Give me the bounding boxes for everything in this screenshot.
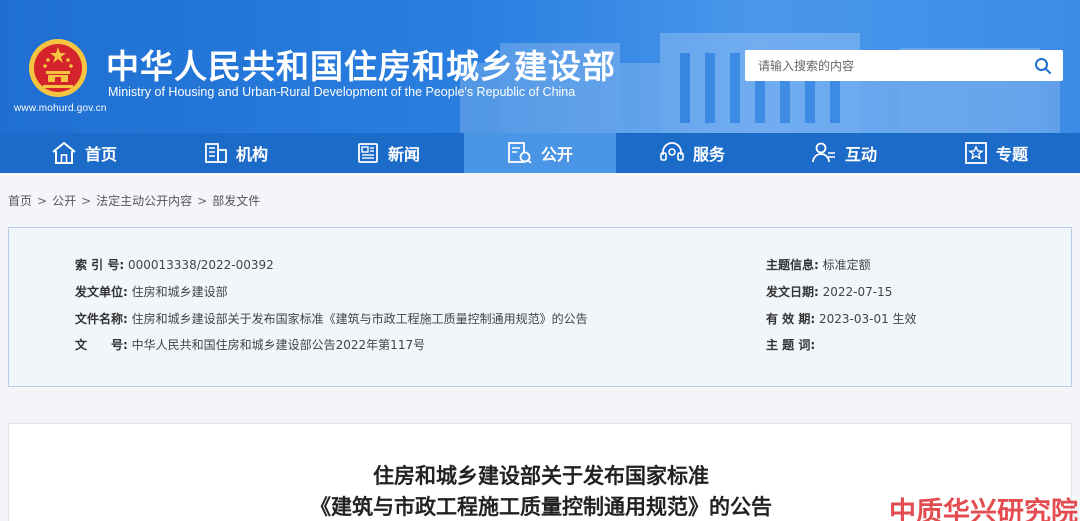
breadcrumb: 首页 > 公开 > 法定主动公开内容 > 部发文件 bbox=[8, 192, 260, 209]
nav-item-interaction[interactable]: 互动 bbox=[768, 133, 920, 173]
document-icon bbox=[508, 142, 532, 164]
issue-date-row: 发文日期: 2022-07-15 bbox=[766, 283, 892, 300]
site-subtitle: Ministry of Housing and Urban-Rural Deve… bbox=[108, 85, 576, 99]
issue-date-label: 发文日期: bbox=[766, 285, 819, 299]
nav-item-special[interactable]: 专题 bbox=[920, 133, 1072, 173]
breadcrumb-separator: > bbox=[81, 193, 92, 208]
search-input[interactable] bbox=[745, 50, 1023, 81]
site-header: www.mohurd.gov.cn 中华人民共和国住房和城乡建设部 Minist… bbox=[0, 0, 1080, 133]
document-title-line-1: 住房和城乡建设部关于发布国家标准 bbox=[373, 464, 709, 488]
index-number-row: 索 引 号: 000013338/2022-00392 bbox=[75, 256, 274, 273]
nav-item-news[interactable]: 新闻 bbox=[312, 133, 464, 173]
filename-value: 住房和城乡建设部关于发布国家标准《建筑与市政工程施工质量控制通用规范》的公告 bbox=[131, 312, 588, 326]
search-icon bbox=[1035, 57, 1051, 74]
nav-label: 新闻 bbox=[387, 145, 420, 164]
home-icon bbox=[52, 141, 76, 164]
breadcrumb-ministry-documents[interactable]: 部发文件 bbox=[212, 192, 260, 209]
filename-label: 文件名称: bbox=[75, 312, 128, 326]
headset-icon bbox=[660, 142, 684, 161]
breadcrumb-statutory-content[interactable]: 法定主动公开内容 bbox=[96, 192, 192, 209]
keywords-label: 主 题 词: bbox=[766, 338, 816, 352]
nav-label: 机构 bbox=[235, 145, 268, 164]
topic-label: 主题信息: bbox=[766, 258, 819, 272]
search-box bbox=[745, 50, 1063, 81]
nav-item-service[interactable]: 服务 bbox=[616, 133, 768, 173]
validity-row: 有 效 期: 2023-03-01 生效 bbox=[766, 310, 917, 327]
keywords-row: 主 题 词: bbox=[766, 336, 815, 353]
nav-label: 服务 bbox=[692, 145, 725, 164]
validity-value: 2023-03-01 生效 bbox=[818, 312, 917, 326]
filename-row: 文件名称: 住房和城乡建设部关于发布国家标准《建筑与市政工程施工质量控制通用规范… bbox=[75, 310, 588, 327]
chat-user-icon bbox=[812, 142, 835, 163]
index-number-label: 索 引 号: bbox=[75, 258, 125, 272]
star-icon bbox=[965, 142, 987, 164]
issue-date-value: 2022-07-15 bbox=[822, 285, 893, 299]
watermark-text: 中质华兴研究院 bbox=[889, 497, 1078, 521]
search-button[interactable] bbox=[1023, 50, 1063, 81]
document-number-label: 文 号: bbox=[75, 338, 128, 352]
index-number-value: 000013338/2022-00392 bbox=[127, 258, 274, 272]
nav-label: 首页 bbox=[84, 145, 117, 164]
issuer-row: 发文单位: 住房和城乡建设部 bbox=[75, 283, 228, 300]
site-title[interactable]: 中华人民共和国住房和城乡建设部 bbox=[106, 40, 616, 88]
breadcrumb-separator: > bbox=[197, 193, 208, 208]
topic-value: 标准定额 bbox=[822, 258, 871, 272]
validity-label: 有 效 期: bbox=[766, 312, 816, 326]
document-number-row: 文 号: 中华人民共和国住房和城乡建设部公告2022年第117号 bbox=[75, 336, 425, 353]
building-icon bbox=[205, 143, 227, 163]
main-nav: 首页 机构 新闻 公开 服务 互动 专题 bbox=[0, 133, 1080, 173]
site-url: www.mohurd.gov.cn bbox=[14, 103, 107, 114]
nav-label: 公开 bbox=[540, 145, 573, 164]
nav-item-organization[interactable]: 机构 bbox=[160, 133, 312, 173]
breadcrumb-home[interactable]: 首页 bbox=[8, 192, 32, 209]
national-emblem-icon bbox=[29, 39, 87, 97]
breadcrumb-separator: > bbox=[37, 193, 48, 208]
nav-label: 互动 bbox=[844, 145, 877, 164]
document-metadata-panel: 索 引 号: 000013338/2022-00392 发文单位: 住房和城乡建… bbox=[8, 227, 1072, 387]
topic-row: 主题信息: 标准定额 bbox=[766, 256, 871, 273]
breadcrumb-public[interactable]: 公开 bbox=[52, 192, 76, 209]
issuer-label: 发文单位: bbox=[75, 285, 128, 299]
issuer-value: 住房和城乡建设部 bbox=[131, 285, 228, 299]
newspaper-icon bbox=[358, 143, 378, 163]
nav-label: 专题 bbox=[995, 145, 1028, 164]
nav-item-home[interactable]: 首页 bbox=[8, 133, 160, 173]
nav-item-public[interactable]: 公开 bbox=[464, 133, 616, 173]
document-number-value: 中华人民共和国住房和城乡建设部公告2022年第117号 bbox=[131, 338, 426, 352]
